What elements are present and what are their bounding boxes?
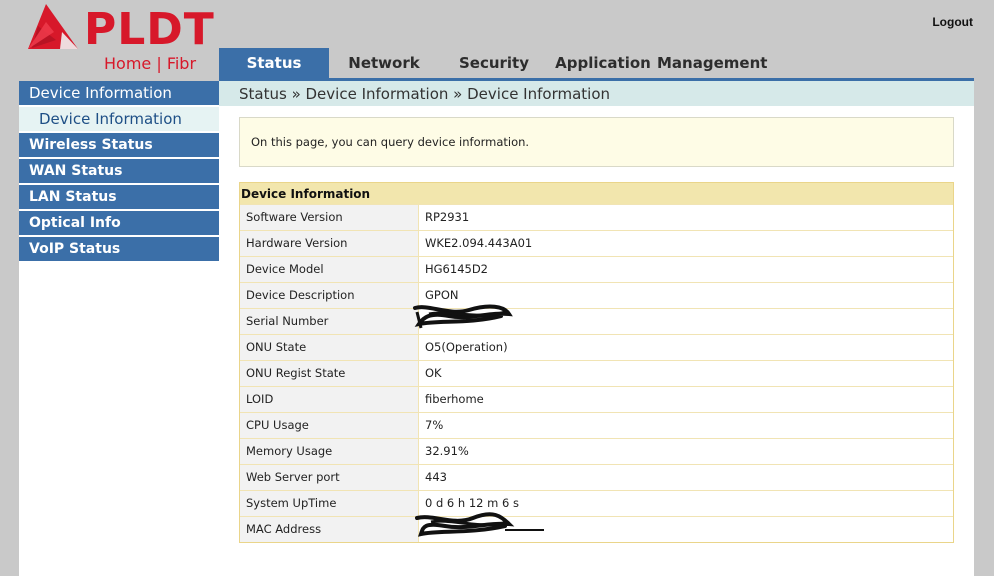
row-value-onu-regist-state: OK bbox=[419, 361, 953, 386]
table-row: MAC Address bbox=[240, 512, 953, 542]
table-row: System UpTime 0 d 6 h 12 m 6 s bbox=[240, 490, 953, 516]
tab-security[interactable]: Security bbox=[439, 48, 549, 78]
breadcrumb: Status » Device Information » Device Inf… bbox=[219, 81, 974, 106]
logo-subtitle: Home | Fibr bbox=[104, 54, 197, 73]
row-value-software-version: RP2931 bbox=[419, 205, 953, 230]
row-value-web-server-port: 443 bbox=[419, 465, 953, 490]
row-label-hardware-version: Hardware Version bbox=[240, 231, 419, 256]
table-row: Memory Usage 32.91% bbox=[240, 438, 953, 464]
tab-status[interactable]: Status bbox=[219, 48, 329, 78]
row-label-loid: LOID bbox=[240, 387, 419, 412]
table-row: ONU Regist State OK bbox=[240, 360, 953, 386]
row-label-system-uptime: System UpTime bbox=[240, 491, 419, 516]
table-row: Device Model HG6145D2 bbox=[240, 256, 953, 282]
info-note-text: On this page, you can query device infor… bbox=[251, 135, 530, 149]
row-label-web-server-port: Web Server port bbox=[240, 465, 419, 490]
row-label-serial-number: Serial Number bbox=[240, 309, 419, 334]
row-value-cpu-usage: 7% bbox=[419, 413, 953, 438]
sidebar-item-lan-status[interactable]: LAN Status bbox=[19, 185, 219, 209]
logo-word: PLDT bbox=[84, 4, 215, 55]
info-note: On this page, you can query device infor… bbox=[239, 117, 954, 167]
sidebar-item-wireless-status[interactable]: Wireless Status bbox=[19, 133, 219, 157]
row-label-onu-regist-state: ONU Regist State bbox=[240, 361, 419, 386]
row-value-mac-address bbox=[415, 512, 953, 542]
pldt-triangle-icon bbox=[28, 4, 78, 49]
sidebar-item-voip-status[interactable]: VoIP Status bbox=[19, 237, 219, 261]
row-label-memory-usage: Memory Usage bbox=[240, 439, 419, 464]
table-row: Web Server port 443 bbox=[240, 464, 953, 490]
redaction-scribble bbox=[413, 304, 513, 329]
row-label-device-description: Device Description bbox=[240, 283, 419, 308]
row-label-software-version: Software Version bbox=[240, 205, 419, 230]
table-row: Software Version RP2931 bbox=[240, 204, 953, 230]
tab-management[interactable]: Management bbox=[657, 48, 767, 78]
row-value-hardware-version: WKE2.094.443A01 bbox=[419, 231, 953, 256]
row-value-serial-number bbox=[413, 304, 953, 334]
sidebar-item-wan-status[interactable]: WAN Status bbox=[19, 159, 219, 183]
tab-application[interactable]: Application bbox=[549, 48, 657, 78]
table-row: ONU State O5(Operation) bbox=[240, 334, 953, 360]
sidebar: Device Information Device Information Wi… bbox=[19, 81, 219, 263]
row-label-onu-state: ONU State bbox=[240, 335, 419, 360]
device-info-table-title: Device Information bbox=[240, 183, 953, 204]
table-row: Device Description GPON bbox=[240, 282, 953, 308]
table-row: CPU Usage 7% bbox=[240, 412, 953, 438]
sidebar-item-optical-info[interactable]: Optical Info bbox=[19, 211, 219, 235]
header-bar: PLDT Home | Fibr Logout Status Network S… bbox=[0, 0, 994, 81]
main-tabs: Status Network Security Application Mana… bbox=[219, 48, 767, 78]
tab-network[interactable]: Network bbox=[329, 48, 439, 78]
redaction-scribble bbox=[415, 512, 544, 537]
pldt-logo: PLDT Home | Fibr bbox=[24, 2, 224, 76]
row-label-mac-address: MAC Address bbox=[240, 517, 419, 542]
sidebar-section-device-information[interactable]: Device Information bbox=[19, 81, 219, 105]
table-row: Serial Number bbox=[240, 304, 953, 334]
row-value-device-model: HG6145D2 bbox=[419, 257, 953, 282]
row-label-device-model: Device Model bbox=[240, 257, 419, 282]
row-value-memory-usage: 32.91% bbox=[419, 439, 953, 464]
breadcrumb-text: Status » Device Information » Device Inf… bbox=[239, 85, 611, 103]
device-info-table: Device Information Software Version RP29… bbox=[239, 182, 954, 543]
sidebar-subitem-device-information[interactable]: Device Information bbox=[19, 107, 219, 131]
row-value-onu-state: O5(Operation) bbox=[419, 335, 953, 360]
row-value-loid: fiberhome bbox=[419, 387, 953, 412]
row-label-cpu-usage: CPU Usage bbox=[240, 413, 419, 438]
table-row: LOID fiberhome bbox=[240, 386, 953, 412]
table-row: Hardware Version WKE2.094.443A01 bbox=[240, 230, 953, 256]
logout-link[interactable]: Logout bbox=[932, 15, 973, 29]
